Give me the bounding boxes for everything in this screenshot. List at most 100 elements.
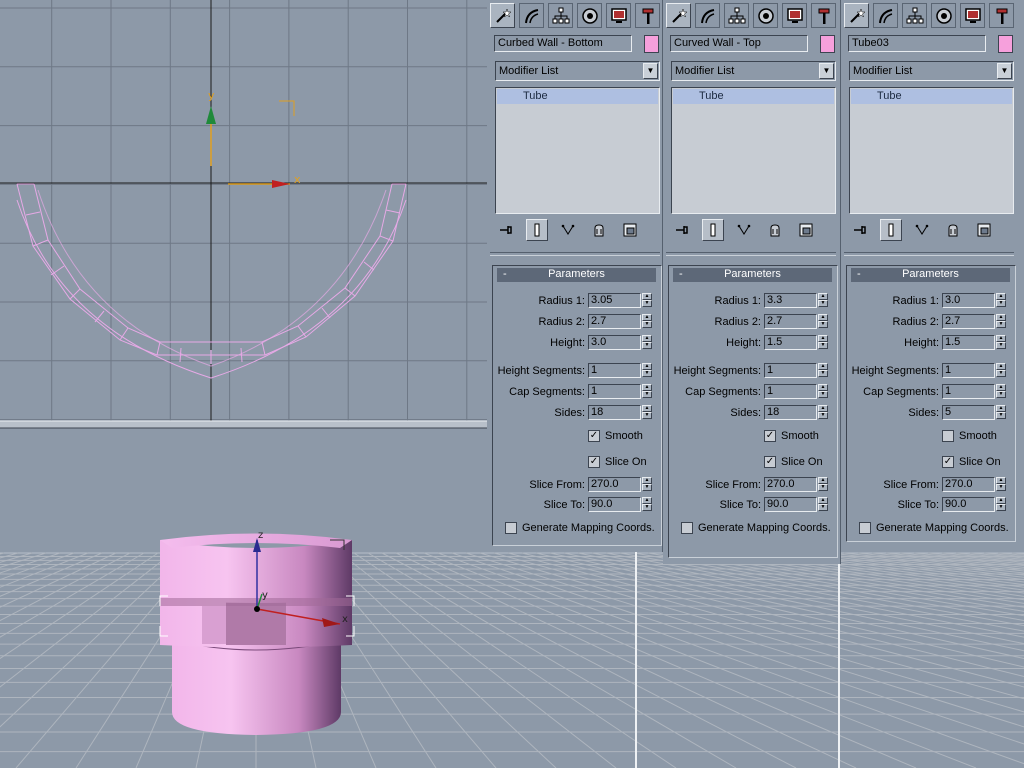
parameters-rollout-header[interactable]: - Parameters	[673, 268, 832, 282]
modify-curve-icon[interactable]	[873, 3, 898, 28]
utilities-hammer-icon[interactable]	[635, 3, 660, 28]
checkbox-icon[interactable]	[859, 522, 871, 534]
stack-item-tube[interactable]: Tube	[851, 89, 1012, 104]
spinner-icon[interactable]: ▲ ▼	[996, 363, 1007, 378]
spinner-icon[interactable]: ▲ ▼	[818, 497, 829, 512]
object-name-field[interactable]: Curbed Wall - Bottom	[494, 35, 632, 52]
spinner-icon[interactable]: ▲ ▼	[996, 335, 1007, 350]
pin-stack-icon[interactable]	[671, 219, 693, 241]
object-color-swatch[interactable]	[644, 35, 659, 53]
param-value-field[interactable]: 90.0	[764, 497, 817, 512]
spinner-icon[interactable]: ▲ ▼	[996, 293, 1007, 308]
pin-stack-icon[interactable]	[495, 219, 517, 241]
checkbox-icon[interactable]	[942, 430, 954, 442]
create-wand-icon[interactable]	[844, 3, 869, 28]
show-end-result-icon[interactable]	[526, 219, 548, 241]
param-value-field[interactable]: 5	[942, 405, 995, 420]
param-value-field[interactable]: 1	[764, 363, 817, 378]
stack-item-tube[interactable]: Tube	[673, 89, 834, 104]
motion-icon[interactable]	[577, 3, 602, 28]
spinner-icon[interactable]: ▲ ▼	[996, 405, 1007, 420]
checkbox-icon[interactable]: ✓	[942, 456, 954, 468]
spinner-icon[interactable]: ▲ ▼	[642, 384, 653, 399]
modify-curve-icon[interactable]	[695, 3, 720, 28]
viewport-divider[interactable]	[0, 421, 487, 428]
utilities-hammer-icon[interactable]	[989, 3, 1014, 28]
param-value-field[interactable]: 1	[942, 384, 995, 399]
param-value-field[interactable]: 1	[764, 384, 817, 399]
param-value-field[interactable]: 1	[942, 363, 995, 378]
param-value-field[interactable]: 90.0	[942, 497, 995, 512]
spinner-icon[interactable]: ▲ ▼	[642, 363, 653, 378]
spinner-icon[interactable]: ▲ ▼	[818, 335, 829, 350]
modifier-stack[interactable]: Tube	[495, 87, 660, 214]
remove-modifier-icon[interactable]	[764, 219, 786, 241]
parameters-rollout-header[interactable]: - Parameters	[497, 268, 656, 282]
spinner-icon[interactable]: ▲ ▼	[996, 314, 1007, 329]
param-value-field[interactable]: 90.0	[588, 497, 641, 512]
configure-modifier-sets-icon[interactable]	[795, 219, 817, 241]
chevron-down-icon[interactable]: ▼	[819, 63, 834, 79]
remove-modifier-icon[interactable]	[588, 219, 610, 241]
spinner-icon[interactable]: ▲ ▼	[818, 293, 829, 308]
param-value-field[interactable]: 18	[764, 405, 817, 420]
param-value-field[interactable]: 270.0	[764, 477, 817, 492]
make-unique-icon[interactable]	[733, 219, 755, 241]
modifier-list-dropdown[interactable]: Modifier List ▼	[671, 61, 836, 81]
utilities-hammer-icon[interactable]	[811, 3, 836, 28]
display-icon[interactable]	[960, 3, 985, 28]
display-icon[interactable]	[782, 3, 807, 28]
chevron-down-icon[interactable]: ▼	[643, 63, 658, 79]
spinner-icon[interactable]: ▲ ▼	[642, 293, 653, 308]
modifier-stack[interactable]: Tube	[671, 87, 836, 214]
make-unique-icon[interactable]	[557, 219, 579, 241]
spinner-icon[interactable]: ▲ ▼	[642, 405, 653, 420]
param-value-field[interactable]: 2.7	[588, 314, 641, 329]
object-color-swatch[interactable]	[998, 35, 1013, 53]
spinner-icon[interactable]: ▲ ▼	[818, 314, 829, 329]
modifier-list-dropdown[interactable]: Modifier List ▼	[495, 61, 660, 81]
spinner-icon[interactable]: ▲ ▼	[642, 335, 653, 350]
checkbox-icon[interactable]	[681, 522, 693, 534]
param-value-field[interactable]: 3.0	[942, 293, 995, 308]
hierarchy-icon[interactable]	[902, 3, 927, 28]
param-value-field[interactable]: 2.7	[942, 314, 995, 329]
spinner-icon[interactable]: ▲ ▼	[818, 384, 829, 399]
checkbox-icon[interactable]: ✓	[588, 456, 600, 468]
spinner-icon[interactable]: ▲ ▼	[996, 497, 1007, 512]
param-value-field[interactable]: 3.0	[588, 335, 641, 350]
modifier-list-dropdown[interactable]: Modifier List ▼	[849, 61, 1014, 81]
tube-object[interactable]	[160, 533, 352, 736]
create-wand-icon[interactable]	[490, 3, 515, 28]
param-value-field[interactable]: 1.5	[764, 335, 817, 350]
hierarchy-icon[interactable]	[548, 3, 573, 28]
spinner-icon[interactable]: ▲ ▼	[642, 314, 653, 329]
param-value-field[interactable]: 3.3	[764, 293, 817, 308]
pin-stack-icon[interactable]	[849, 219, 871, 241]
param-value-field[interactable]: 1.5	[942, 335, 995, 350]
param-value-field[interactable]: 18	[588, 405, 641, 420]
param-value-field[interactable]: 2.7	[764, 314, 817, 329]
chevron-down-icon[interactable]: ▼	[997, 63, 1012, 79]
modifier-stack[interactable]: Tube	[849, 87, 1014, 214]
display-icon[interactable]	[606, 3, 631, 28]
remove-modifier-icon[interactable]	[942, 219, 964, 241]
show-end-result-icon[interactable]	[702, 219, 724, 241]
configure-modifier-sets-icon[interactable]	[973, 219, 995, 241]
param-value-field[interactable]: 1	[588, 384, 641, 399]
param-value-field[interactable]: 270.0	[588, 477, 641, 492]
stack-item-tube[interactable]: Tube	[497, 89, 658, 104]
motion-icon[interactable]	[931, 3, 956, 28]
spinner-icon[interactable]: ▲ ▼	[996, 477, 1007, 492]
object-name-field[interactable]: Curved Wall - Top	[670, 35, 808, 52]
parameters-rollout-header[interactable]: - Parameters	[851, 268, 1010, 282]
spinner-icon[interactable]: ▲ ▼	[642, 477, 653, 492]
spinner-icon[interactable]: ▲ ▼	[642, 497, 653, 512]
top-viewport[interactable]: y x	[0, 0, 487, 421]
spinner-icon[interactable]: ▲ ▼	[818, 477, 829, 492]
param-value-field[interactable]: 1	[588, 363, 641, 378]
object-name-field[interactable]: Tube03	[848, 35, 986, 52]
checkbox-icon[interactable]: ✓	[588, 430, 600, 442]
checkbox-icon[interactable]: ✓	[764, 430, 776, 442]
show-end-result-icon[interactable]	[880, 219, 902, 241]
